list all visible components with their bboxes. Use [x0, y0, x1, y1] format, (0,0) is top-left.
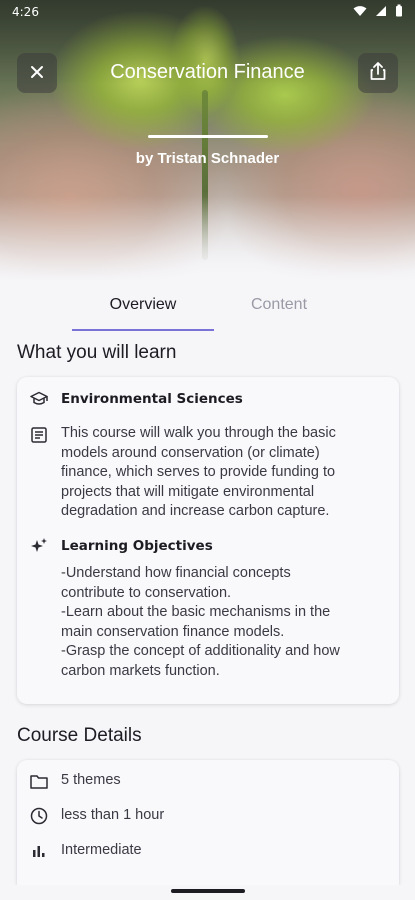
share-icon — [370, 62, 386, 84]
duration-row: less than 1 hour — [29, 806, 387, 826]
course-description: This course will walk you through the ba… — [61, 425, 336, 519]
subject-row: Environmental Sciences — [29, 389, 387, 409]
course-hero-image — [0, 0, 415, 280]
tab-overview[interactable]: Overview — [72, 296, 214, 330]
details-section-title: Course Details — [17, 725, 142, 746]
graduation-cap-icon — [29, 389, 49, 409]
bar-chart-icon — [29, 841, 49, 861]
objectives-title: Learning Objectives — [61, 538, 213, 554]
level-row: Intermediate — [29, 841, 387, 861]
objectives-row: -Understand how financial concepts contr… — [29, 564, 387, 679]
objectives-list: -Understand how financial concepts contr… — [61, 565, 340, 679]
objectives-header-row: Learning Objectives — [29, 536, 387, 556]
details-card: 5 themes less than 1 hour Intermediate — [17, 760, 399, 885]
home-gesture-handle[interactable] — [171, 889, 245, 893]
learn-section-title: What you will learn — [17, 342, 177, 363]
clock-icon — [29, 806, 49, 826]
course-duration: less than 1 hour — [61, 807, 165, 823]
close-button[interactable] — [17, 53, 57, 93]
themes-row: 5 themes — [29, 771, 387, 791]
course-author: by Tristan Schnader — [135, 150, 280, 167]
subject-label: Environmental Sciences — [61, 391, 243, 407]
sparkle-icon — [29, 536, 49, 556]
tab-bar: Overview Content — [0, 296, 415, 332]
learn-card: Environmental Sciences This course will … — [17, 377, 399, 704]
wifi-icon — [353, 5, 367, 20]
folder-icon — [29, 771, 49, 791]
title-divider — [148, 135, 268, 138]
share-button[interactable] — [358, 53, 398, 93]
hero-gradient-overlay — [0, 0, 415, 280]
tab-content[interactable]: Content — [208, 296, 350, 330]
course-title: Conservation Finance — [110, 61, 305, 83]
battery-icon — [395, 4, 403, 20]
course-level: Intermediate — [61, 842, 142, 858]
signal-icon — [375, 5, 387, 20]
status-icons — [353, 4, 403, 20]
tab-active-indicator — [72, 329, 214, 331]
status-bar: 4:26 — [0, 0, 415, 26]
close-icon — [30, 64, 44, 83]
status-time: 4:26 — [12, 5, 39, 19]
article-icon — [29, 425, 49, 445]
description-row: This course will walk you through the ba… — [29, 424, 387, 524]
themes-count: 5 themes — [61, 772, 121, 788]
